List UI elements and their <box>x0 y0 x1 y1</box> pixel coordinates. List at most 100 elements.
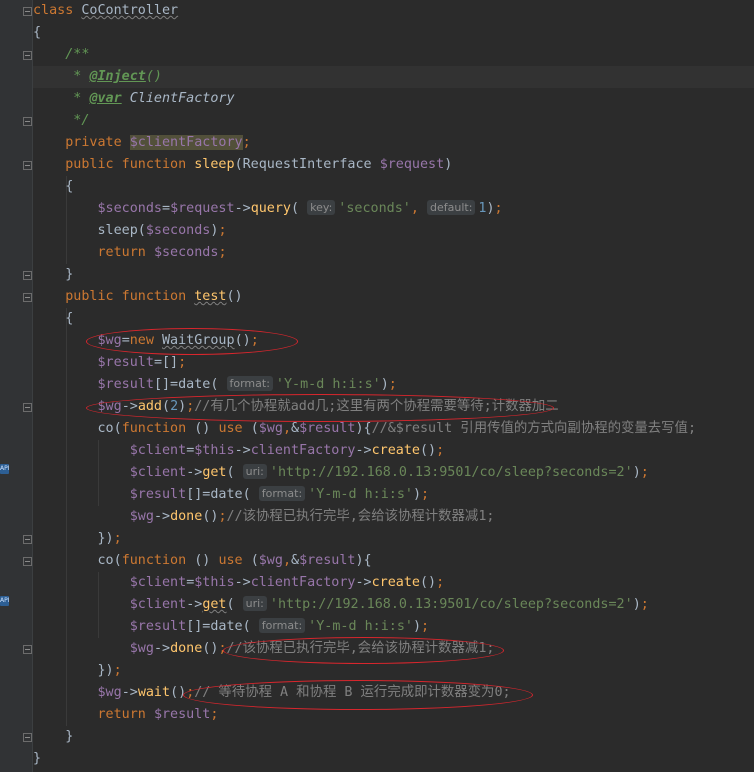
code-token: $wg <box>33 685 122 700</box>
code-token: , <box>410 201 427 216</box>
fold-marker-icon[interactable] <box>23 733 32 742</box>
code-token: co( <box>33 421 122 436</box>
code-token: -> <box>186 465 203 480</box>
code-line[interactable]: sleep($seconds); <box>33 220 226 242</box>
code-token: 'Y-m-d h:i:s' <box>308 619 413 634</box>
code-token: done <box>170 641 203 656</box>
fold-marker-icon[interactable] <box>23 535 32 544</box>
code-line[interactable]: { <box>33 22 41 44</box>
fold-marker-icon[interactable] <box>23 557 32 566</box>
code-token: }) <box>33 531 114 546</box>
code-line[interactable]: */ <box>33 110 89 132</box>
fold-marker-icon[interactable] <box>23 117 32 126</box>
code-token: $client <box>33 443 187 458</box>
fold-marker-icon[interactable] <box>23 51 32 60</box>
code-line[interactable]: co(function () use ($wg,&$result){ <box>33 550 371 572</box>
fold-marker-icon[interactable] <box>23 7 32 16</box>
code-line[interactable]: $client->get( uri:'http://192.168.0.13:9… <box>33 462 649 484</box>
code-token: -> <box>234 443 251 458</box>
code-token: , <box>282 553 291 568</box>
code-token: done <box>170 509 203 524</box>
api-gutter-icon[interactable]: API <box>0 463 10 474</box>
code-token: 'http://192.168.0.13:9501/co/sleep?secon… <box>269 597 633 612</box>
code-line[interactable]: { <box>33 308 73 330</box>
code-line[interactable]: public function test() <box>33 286 243 308</box>
code-token: function <box>121 421 195 436</box>
code-token: { <box>33 311 74 326</box>
code-token: ; <box>242 135 251 150</box>
code-token: (RequestInterface <box>234 157 380 172</box>
parameter-hint: format: <box>226 376 273 391</box>
code-token: () <box>194 421 219 436</box>
code-token: * <box>33 69 90 84</box>
code-token: sleep <box>194 157 235 172</box>
code-token: ; <box>421 619 430 634</box>
code-line[interactable]: $result[]=date( format: 'Y-m-d h:i:s'); <box>33 484 429 506</box>
annotation-ellipse-add <box>86 394 554 422</box>
code-token: $result <box>33 619 187 634</box>
code-token: ) <box>380 377 389 392</box>
code-line[interactable]: class CoController <box>33 0 178 22</box>
code-line[interactable]: }); <box>33 660 122 682</box>
parameter-hint: format: <box>258 486 306 501</box>
code-token: $wg <box>33 509 154 524</box>
code-line[interactable]: } <box>33 264 73 286</box>
fold-marker-icon[interactable] <box>23 645 32 654</box>
code-token: //&$result 引用传值的方式向副协程的变量去写值; <box>371 421 697 436</box>
fold-marker-icon[interactable] <box>23 293 32 302</box>
code-line[interactable]: { <box>33 176 73 198</box>
code-token: get <box>202 597 227 612</box>
fold-marker-icon[interactable] <box>23 403 32 412</box>
code-token: ; <box>640 597 649 612</box>
code-token: $wg <box>258 421 283 436</box>
code-token: wait <box>137 685 171 700</box>
code-token: ) <box>412 487 422 502</box>
code-token: }) <box>33 663 114 678</box>
annotation-ellipse-wait <box>183 680 533 710</box>
code-token: & <box>291 421 300 436</box>
code-line[interactable]: $result=[]; <box>33 352 186 374</box>
code-line[interactable]: return $seconds; <box>33 242 226 264</box>
code-line[interactable]: /** <box>33 44 89 66</box>
code-token: create <box>371 443 420 458</box>
code-token: $clientFactory <box>129 135 243 150</box>
code-token: public function <box>33 289 195 304</box>
api-gutter-icon[interactable]: API <box>0 595 10 606</box>
code-token: CoController <box>81 3 179 18</box>
code-token: /** <box>33 47 90 62</box>
code-line[interactable]: * @var ClientFactory <box>33 88 234 110</box>
code-token: create <box>371 575 420 590</box>
code-line[interactable]: return $result; <box>33 704 218 726</box>
code-token: -> <box>355 443 372 458</box>
fold-marker-icon[interactable] <box>23 271 32 280</box>
code-line[interactable]: $client=$this->clientFactory->create(); <box>33 440 444 462</box>
code-line[interactable]: $wg->done();//该协程已执行完毕,会给该协程计数器减1; <box>33 506 495 528</box>
code-line[interactable]: } <box>33 726 73 748</box>
code-token: ; <box>113 663 122 678</box>
code-line[interactable]: $result[]=date( format: 'Y-m-d h:i:s'); <box>33 374 397 396</box>
code-line[interactable]: $client=$this->clientFactory->create(); <box>33 572 444 594</box>
code-line[interactable]: } <box>33 748 41 770</box>
code-token: -> <box>121 685 138 700</box>
code-token: ) <box>632 465 641 480</box>
fold-marker-icon[interactable] <box>23 161 32 170</box>
code-token: $result <box>153 707 211 722</box>
code-line[interactable]: $client->get( uri:'http://192.168.0.13:9… <box>33 594 649 616</box>
code-token: $result <box>299 553 356 568</box>
code-token: test <box>194 289 227 304</box>
code-line[interactable]: $result[]=date( format: 'Y-m-d h:i:s'); <box>33 616 429 638</box>
code-line[interactable]: private $clientFactory; <box>33 132 251 154</box>
code-token: { <box>33 25 42 40</box>
code-token: return <box>33 245 154 260</box>
code-line[interactable]: }); <box>33 528 121 550</box>
code-token: ){ <box>355 421 372 436</box>
code-token: () <box>226 289 243 304</box>
code-token: $this <box>194 443 235 458</box>
annotation-ellipse-done <box>223 637 504 664</box>
parameter-hint: format: <box>258 618 306 633</box>
code-token: $client <box>33 465 187 480</box>
code-line[interactable]: * @Inject() <box>33 66 162 88</box>
code-token: ( <box>291 201 308 216</box>
code-line[interactable]: $seconds=$request->query( key:'seconds',… <box>33 198 503 220</box>
code-line[interactable]: public function sleep(RequestInterface $… <box>33 154 452 176</box>
